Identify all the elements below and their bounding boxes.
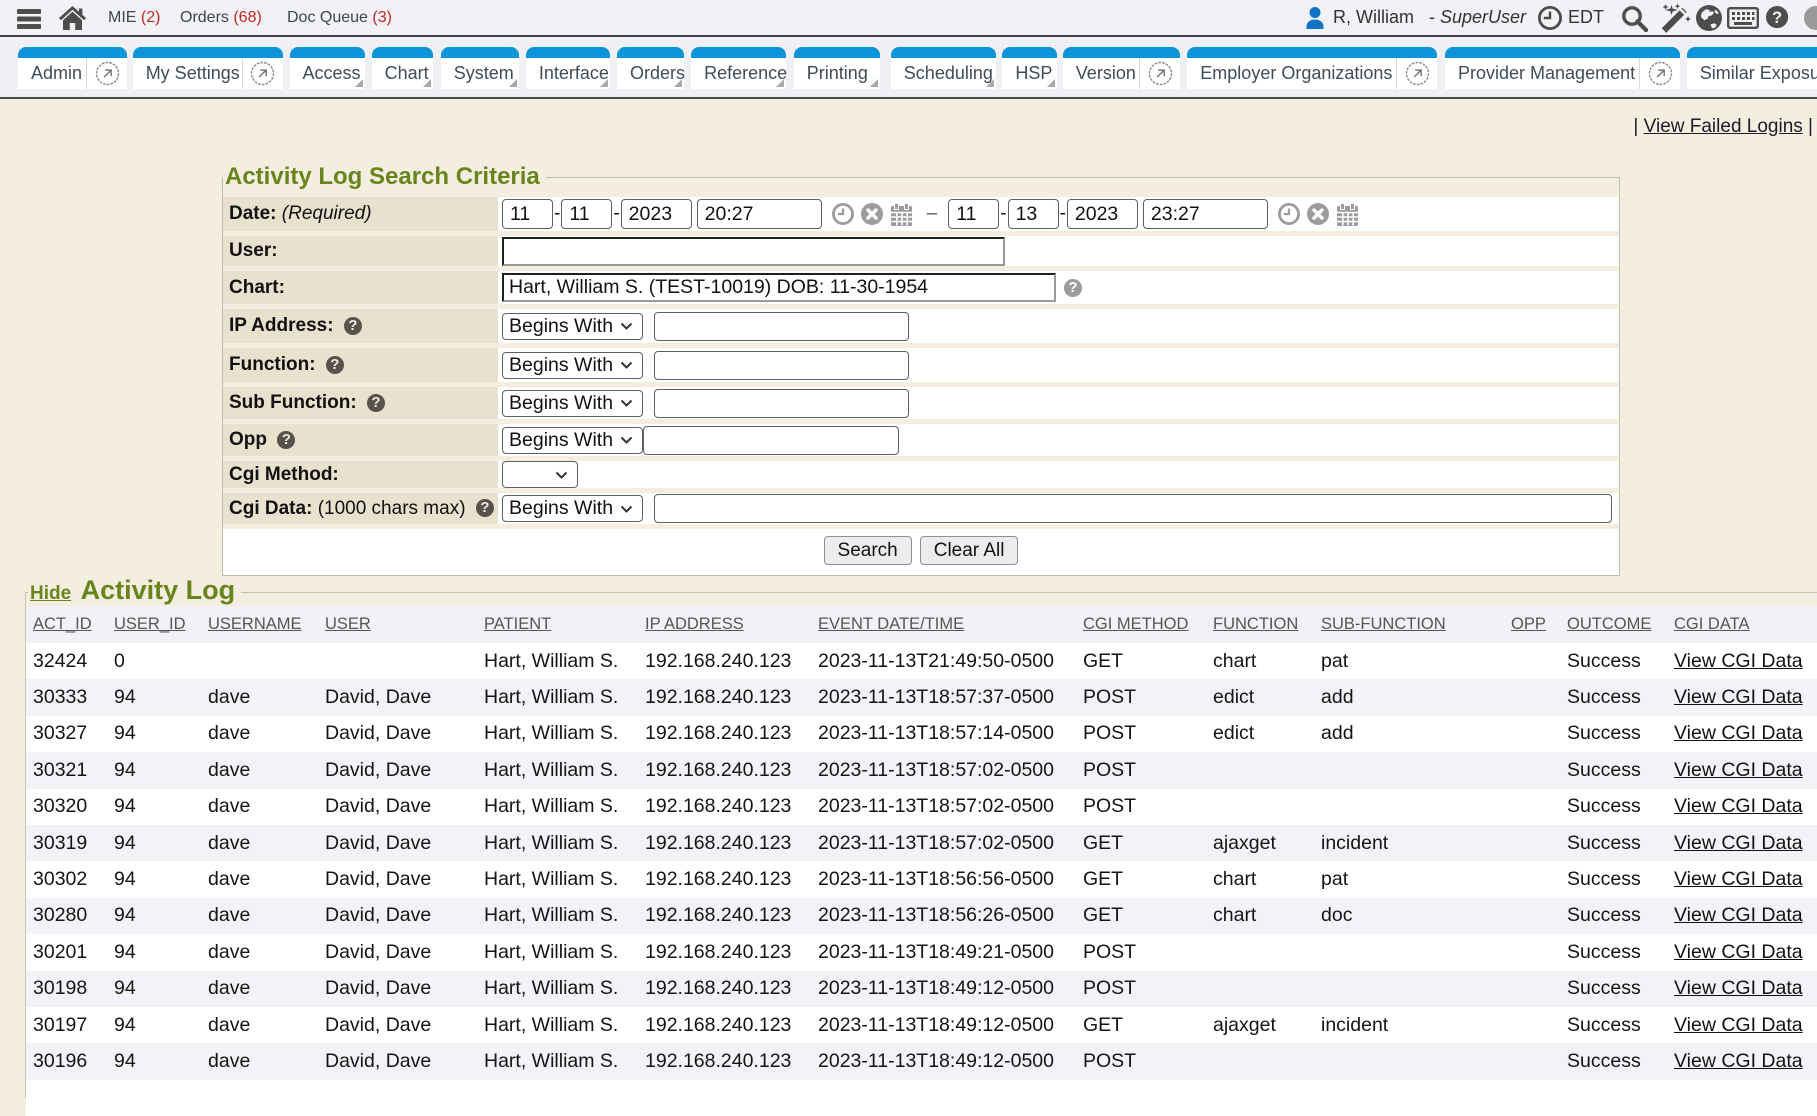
svg-text:?: ? [1772,8,1782,27]
